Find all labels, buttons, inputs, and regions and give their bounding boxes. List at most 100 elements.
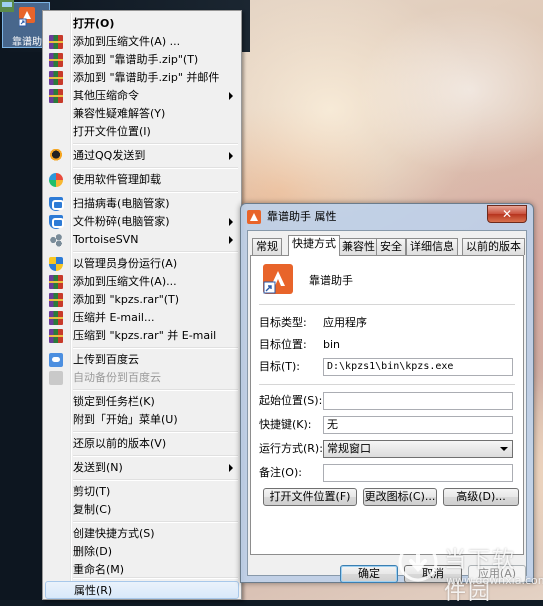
start-in-input[interactable] <box>323 392 513 410</box>
menu-item[interactable]: 其他压缩命令 <box>45 87 239 105</box>
menu-item[interactable]: 以管理员身份运行(A) <box>45 255 239 273</box>
target-type-label: 目标类型: <box>259 316 307 329</box>
target-location-label: 目标位置: <box>259 338 307 351</box>
menu-item[interactable]: 打开文件位置(I) <box>45 123 239 141</box>
divider <box>259 384 515 385</box>
shortcut-key-input[interactable]: 无 <box>323 416 513 434</box>
winrar-icon <box>49 329 63 343</box>
menu-separator <box>73 167 238 169</box>
menu-item[interactable]: 复制(C) <box>45 501 239 519</box>
menu-item[interactable]: 创建快捷方式(S) <box>45 525 239 543</box>
tab-3[interactable]: 安全 <box>376 238 406 255</box>
menu-item[interactable]: 删除(D) <box>45 543 239 561</box>
menu-item[interactable]: 通过QQ发送到 <box>45 147 239 165</box>
menu-item-label: 通过QQ发送到 <box>73 149 146 162</box>
divider <box>259 304 515 305</box>
target-label: 目标(T): <box>259 360 301 373</box>
menu-item[interactable]: 上传到百度云 <box>45 351 239 369</box>
menu-item-label: 添加到压缩文件(A)... <box>73 275 177 288</box>
menu-item[interactable]: 重命名(M) <box>45 561 239 579</box>
watermark: 当下软件园 www.downxia.com <box>398 540 543 605</box>
menu-item[interactable]: TortoiseSVN <box>45 231 239 249</box>
menu-item-label: 复制(C) <box>73 503 112 516</box>
menu-item[interactable]: 兼容性疑难解答(Y) <box>45 105 239 123</box>
target-type-value: 应用程序 <box>323 316 367 329</box>
comment-input[interactable] <box>323 464 513 482</box>
menu-item[interactable]: 添加到压缩文件(A)... <box>45 273 239 291</box>
menu-item[interactable]: 附到「开始」菜单(U) <box>45 411 239 429</box>
winrar-icon <box>49 71 63 85</box>
menu-item[interactable]: 添加到 "靠谱助手.zip" 并邮件 <box>45 69 239 87</box>
chevron-down-icon <box>500 447 508 451</box>
menu-item-label: 压缩到 "kpzs.rar" 并 E-mail <box>73 329 217 342</box>
software-manager-icon <box>49 173 63 187</box>
dialog-title: 靠谱助手 属性 <box>247 208 337 226</box>
menu-item-label: 打开(O) <box>73 17 115 30</box>
menu-separator <box>73 479 238 481</box>
menu-item[interactable]: 剪切(T) <box>45 483 239 501</box>
run-select-value: 常规窗口 <box>327 442 371 455</box>
menu-item[interactable]: 锁定到任务栏(K) <box>45 393 239 411</box>
menu-item[interactable]: 属性(R) <box>45 581 239 599</box>
winrar-icon <box>49 293 63 307</box>
advanced-button[interactable]: 高级(D)... <box>443 488 519 506</box>
target-input[interactable]: D:\kpzs1\bin\kpzs.exe <box>323 358 513 376</box>
tab-4[interactable]: 详细信息 <box>406 238 458 255</box>
menu-item[interactable]: 扫描病毒(电脑管家) <box>45 195 239 213</box>
menu-item[interactable]: 压缩到 "kpzs.rar" 并 E-mail <box>45 327 239 345</box>
menu-item[interactable]: 使用软件管理卸载 <box>45 171 239 189</box>
shortcut-key-label: 快捷键(K): <box>259 418 312 431</box>
ok-button[interactable]: 确定 <box>340 565 398 583</box>
menu-separator <box>73 347 238 349</box>
menu-item-label: 添加到压缩文件(A) ... <box>73 35 181 48</box>
submenu-arrow-icon <box>229 92 233 100</box>
menu-item-label: 以管理员身份运行(A) <box>73 257 178 270</box>
tab-strip: 常规 快捷方式 兼容性 安全 详细信息 以前的版本 <box>250 235 525 256</box>
run-label: 运行方式(R): <box>259 442 323 455</box>
tab-5[interactable]: 以前的版本 <box>462 238 525 255</box>
tab-1[interactable]: 快捷方式 <box>288 235 340 256</box>
open-file-location-button[interactable]: 打开文件位置(F) <box>263 488 357 506</box>
submenu-arrow-icon <box>229 152 233 160</box>
menu-item-label: TortoiseSVN <box>73 233 139 246</box>
menu-item[interactable]: 发送到(N) <box>45 459 239 477</box>
change-icon-button[interactable]: 更改图标(C)... <box>363 488 437 506</box>
tab-0[interactable]: 常规 <box>252 238 282 255</box>
app-shortcut-icon <box>19 7 35 27</box>
menu-item[interactable]: 添加到 "靠谱助手.zip"(T) <box>45 51 239 69</box>
start-in-label: 起始位置(S): <box>259 394 323 407</box>
tab-2[interactable]: 兼容性 <box>338 238 379 255</box>
menu-item-label: 剪切(T) <box>73 485 111 498</box>
app-name: 靠谱助手 <box>309 274 353 287</box>
menu-separator <box>73 455 238 457</box>
menu-item-label: 发送到(N) <box>73 461 123 474</box>
submenu-arrow-icon <box>229 464 233 472</box>
menu-item[interactable]: 添加到压缩文件(A) ... <box>45 33 239 51</box>
dialog-title-text: 靠谱助手 属性 <box>267 210 337 223</box>
menu-item[interactable]: 文件粉碎(电脑管家) <box>45 213 239 231</box>
menu-item-label: 添加到 "靠谱助手.zip" 并邮件 <box>73 71 220 84</box>
menu-item-label: 文件粉碎(电脑管家) <box>73 215 170 228</box>
menu-item-label: 打开文件位置(I) <box>73 125 151 138</box>
target-location-value: bin <box>323 338 341 351</box>
qq-icon <box>49 149 63 163</box>
submenu-arrow-icon <box>229 218 233 226</box>
run-select[interactable]: 常规窗口 <box>323 440 513 458</box>
menu-separator <box>73 521 238 523</box>
menu-item-label: 兼容性疑难解答(Y) <box>73 107 166 120</box>
uac-shield-icon <box>49 257 63 271</box>
close-button[interactable]: ✕ <box>487 205 527 223</box>
menu-item-label: 附到「开始」菜单(U) <box>73 413 178 426</box>
menu-item-label: 扫描病毒(电脑管家) <box>73 197 170 210</box>
menu-item-label: 自动备份到百度云 <box>73 371 161 384</box>
menu-item[interactable]: 还原以前的版本(V) <box>45 435 239 453</box>
tencent-shield-icon <box>49 197 64 211</box>
menu-item-label: 创建快捷方式(S) <box>73 527 155 540</box>
menu-item[interactable]: 打开(O) <box>45 15 239 33</box>
menu-item-label: 删除(D) <box>73 545 113 558</box>
menu-item[interactable]: 添加到 "kpzs.rar"(T) <box>45 291 239 309</box>
menu-item[interactable]: 压缩并 E-mail... <box>45 309 239 327</box>
shortcut-tab-panel: 靠谱助手 目标类型: 应用程序 目标位置: bin 目标(T): D:\kpzs… <box>250 255 524 555</box>
app-title-icon <box>247 210 261 224</box>
baidu-cloud-icon <box>49 353 63 367</box>
